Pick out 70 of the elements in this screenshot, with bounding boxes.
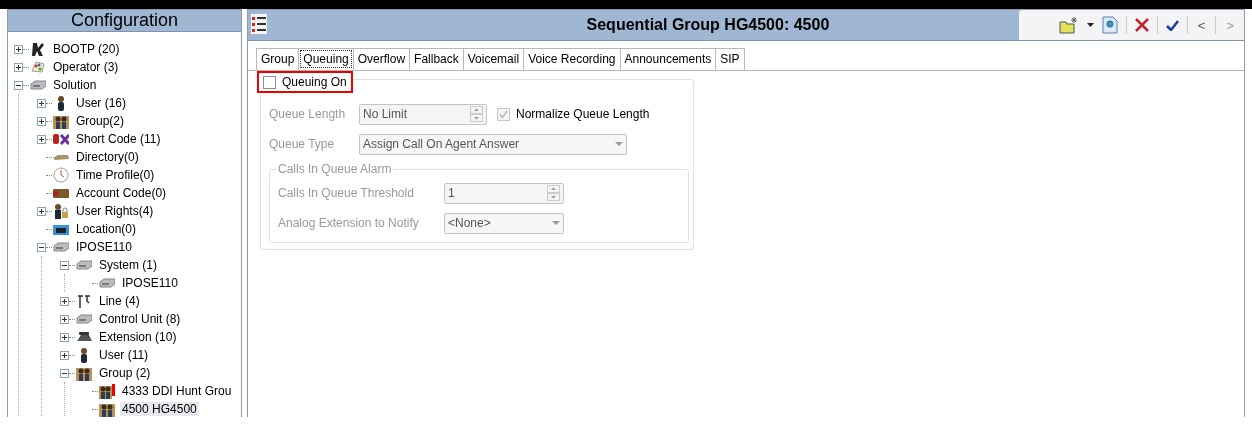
tab[interactable]: Queuing [298,48,354,70]
line-icon [76,293,92,309]
close-icon[interactable] [1134,18,1149,32]
tree-item[interactable]: Extension (10) [97,330,179,344]
expand-toggle[interactable] [37,134,46,144]
tree-item[interactable]: Group (2) [97,366,153,380]
tool-icon [30,41,46,57]
expand-toggle[interactable] [37,116,46,126]
document-icon[interactable] [1101,16,1118,34]
tree-item[interactable]: Account Code(0) [74,186,169,200]
tree-item[interactable]: User (11) [97,348,151,362]
expand-toggle[interactable] [14,62,23,72]
spinner-arrows-icon [470,106,483,122]
palette-icon [30,59,46,75]
tree-item[interactable]: Directory(0) [74,150,141,164]
tree-item[interactable]: Time Profile(0) [74,168,157,182]
list-icon [251,13,267,34]
checkbox-label: Queuing On [282,75,347,89]
check-icon[interactable] [1165,19,1179,31]
caret-icon[interactable] [1086,23,1094,27]
checkbox[interactable] [263,75,276,89]
code-icon [53,131,69,147]
tree-item[interactable]: Control Unit (8) [97,312,183,326]
tree-item[interactable]: User Rights(4) [74,204,156,218]
tree-item[interactable]: Location(0) [74,222,139,236]
collapse-toggle[interactable] [60,260,69,270]
spinner-arrows-icon [547,185,560,201]
group-title: Calls In Queue Alarm [276,162,394,176]
panel-title: Configuration [70,10,179,31]
field-label: Queue Length [269,107,347,121]
group-icon [99,401,115,417]
expand-toggle[interactable] [60,332,69,342]
collapse-toggle[interactable] [14,80,23,90]
expand-toggle[interactable] [14,44,23,54]
panel-title: Sequential Group HG4500: 4500 [585,16,831,34]
tree-item[interactable]: BOOTP (20) [51,42,122,56]
collapse-toggle[interactable] [60,368,69,378]
tree-item[interactable]: Short Code (11) [74,132,163,146]
checkbox-label: Normalize Queue Length [516,107,650,121]
clock-icon [53,167,69,183]
tree-item[interactable]: Operator (3) [51,60,121,74]
tree-item[interactable]: System (1) [97,258,159,272]
tree-item[interactable]: User (16) [74,96,128,110]
expand-toggle[interactable] [60,296,69,306]
caret-icon [552,221,560,225]
tree-item[interactable]: IPOSE110 [120,276,180,290]
previous-button[interactable]: < [1195,17,1208,33]
tree-item[interactable]: 4333 DDI Hunt Grou [120,384,234,398]
tab[interactable]: SIP [715,48,745,70]
tree-item[interactable]: Line (4) [97,294,142,308]
tree-item[interactable]: Solution [51,78,99,92]
field-label: Analog Extension to Notify [278,216,420,230]
lock-icon [53,203,69,219]
book-icon [53,154,69,160]
group-icon [76,365,92,381]
tree-item[interactable]: IPOSE110 [74,240,134,254]
tree-item[interactable]: Group(2) [74,114,127,128]
tree-item[interactable]: 4500 HG4500 [120,402,199,416]
group-icon [53,113,69,129]
field-label: Calls In Queue Threshold [278,186,415,200]
tab[interactable]: Group [256,48,300,70]
caret-icon [615,142,623,146]
group-icon [99,383,115,399]
expand-toggle[interactable] [60,314,69,324]
field-label: Queue Type [269,137,336,151]
expand-toggle[interactable] [37,98,46,108]
expand-toggle[interactable] [37,206,46,216]
new-folder-icon[interactable] [1058,16,1079,34]
collapse-toggle[interactable] [37,242,46,252]
expand-toggle[interactable] [60,350,69,360]
